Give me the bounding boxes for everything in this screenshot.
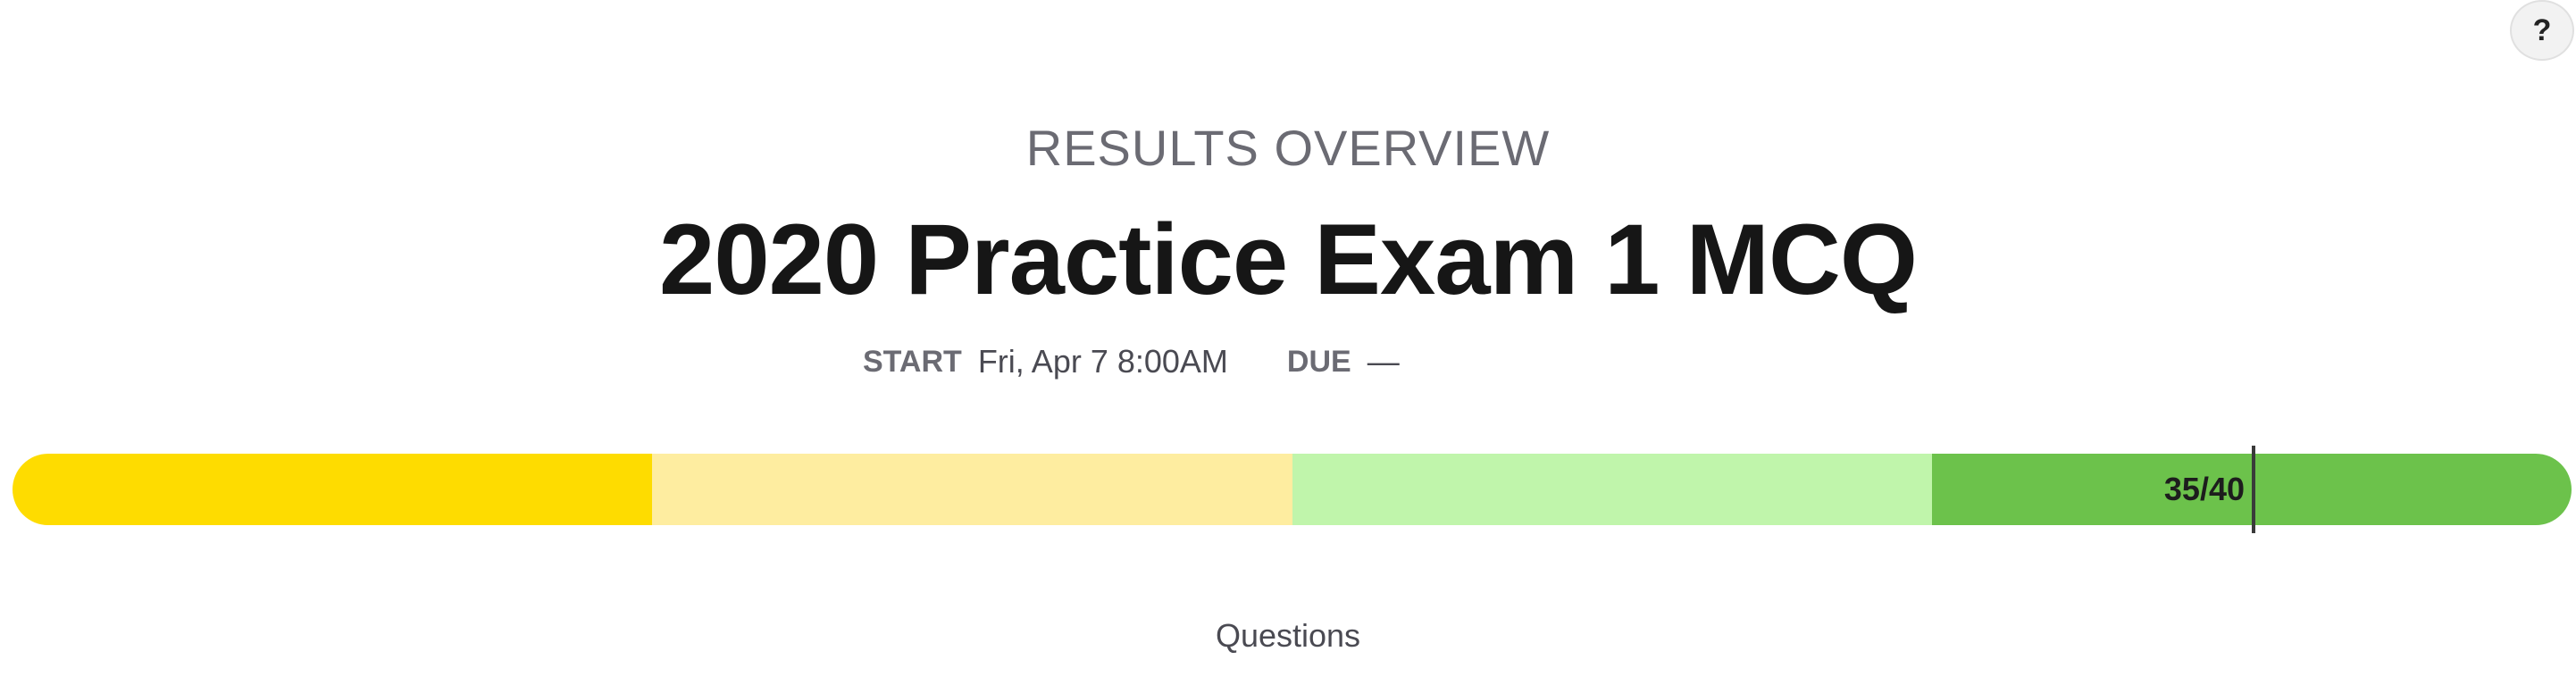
page-eyebrow: RESULTS OVERVIEW <box>1025 120 1551 176</box>
exam-dates: START Fri, Apr 7 8:00AM DUE — <box>863 339 1400 384</box>
results-overview-page: ? RESULTS OVERVIEW 2020 Practice Exam 1 … <box>0 0 2576 685</box>
score-band-2 <box>652 454 1292 525</box>
score-marker <box>2252 446 2255 533</box>
due-date: — <box>1367 343 1400 380</box>
score-label: 35/40 <box>2163 471 2245 507</box>
exam-title: 2020 Practice Exam 1 MCQ <box>659 204 1918 315</box>
help-button[interactable]: ? <box>2510 0 2574 61</box>
due-label: DUE <box>1286 344 1351 379</box>
help-icon: ? <box>2532 13 2552 47</box>
start-label: START <box>863 344 962 379</box>
score-band-3 <box>1292 454 1932 525</box>
questions-heading: Questions <box>1215 617 1361 654</box>
score-band-1 <box>13 454 652 525</box>
start-date: Fri, Apr 7 8:00AM <box>977 343 1228 380</box>
